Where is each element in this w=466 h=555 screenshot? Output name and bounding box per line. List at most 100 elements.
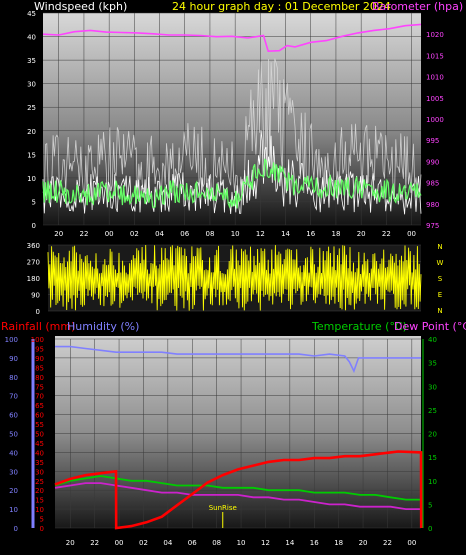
rain-x-tick: 04 — [163, 539, 172, 547]
windspeed-tick: 30 — [27, 81, 36, 89]
temperature-tick: 15 — [428, 454, 437, 462]
rainfall-tick: 50 — [35, 431, 44, 439]
wind-x-tick: 18 — [331, 230, 340, 238]
barometer-tick: 980 — [426, 201, 439, 209]
humidity-title: Humidity (%) — [67, 320, 139, 333]
rain-x-tick: 12 — [261, 539, 270, 547]
humidity-tick: 30 — [9, 468, 18, 476]
temperature-tick: 5 — [428, 501, 432, 509]
rainfall-tick: 100 — [31, 336, 44, 344]
humidity-tick: 40 — [9, 449, 18, 457]
wind-x-axis-ticks: 20 22 00 02 04 06 08 10 12 14 16 18 20 22 00 — [54, 230, 416, 238]
rainfall-tick: 15 — [35, 497, 44, 505]
windspeed-tick: 0 — [32, 222, 36, 230]
barometer-tick: 995 — [426, 137, 439, 145]
rain-x-tick: 20 — [359, 539, 368, 547]
rainfall-tick: 90 — [35, 355, 44, 363]
wind-x-tick: 10 — [231, 230, 240, 238]
barometer-tick: 1020 — [426, 31, 444, 39]
barometer-tick: 985 — [426, 180, 439, 188]
weather-graph-canvas: 051015202530354045 975980985990995100010… — [1, 0, 466, 547]
windspeed-tick: 40 — [27, 34, 36, 42]
rainfall-tick: 0 — [40, 525, 44, 533]
rain-x-tick: 22 — [383, 539, 392, 547]
direction-tick: 0 — [36, 308, 40, 316]
rainfall-tick: 25 — [35, 478, 44, 486]
wind-x-tick: 22 — [382, 230, 391, 238]
windspeed-tick: 15 — [27, 151, 36, 159]
direction-tick: 90 — [31, 292, 40, 300]
windspeed-tick: 20 — [27, 128, 36, 136]
rainfall-tick: 80 — [35, 374, 44, 382]
rainfall-tick: 75 — [35, 383, 44, 391]
barometer-tick: 1005 — [426, 95, 444, 103]
windspeed-tick: 10 — [27, 175, 36, 183]
temperature-tick: 10 — [428, 478, 437, 486]
humidity-tick: 20 — [9, 487, 18, 495]
rain-x-tick: 08 — [212, 539, 221, 547]
wind-x-tick: 20 — [357, 230, 366, 238]
temperature-tick: 40 — [428, 336, 437, 344]
compass-label: N — [437, 243, 442, 251]
barometer-tick: 1015 — [426, 52, 444, 60]
barometer-title: Barometer (hpa) — [372, 0, 463, 13]
compass-label: N — [437, 307, 442, 315]
rain-x-tick: 00 — [115, 539, 124, 547]
rain-x-tick: 00 — [407, 539, 416, 547]
wind-x-tick: 02 — [130, 230, 139, 238]
temperature-axis-ticks: 0 5 10 15 20 25 30 35 40 — [428, 336, 437, 533]
weather-graphs: 0 5 10 15 20 25 30 35 40 45 975 980 985 990 995 1000 10… — [0, 0, 466, 555]
rain-x-tick: 14 — [285, 539, 294, 547]
temperature-tick: 20 — [428, 431, 437, 439]
compass-label: W — [437, 259, 444, 267]
rainfall-tick: 65 — [35, 402, 44, 410]
direction-tick: 180 — [27, 275, 40, 283]
humidity-tick: 60 — [9, 412, 18, 420]
rainfall-tick: 55 — [35, 421, 44, 429]
wind-x-tick: 22 — [79, 230, 88, 238]
dewpoint-title: Dew Point (°C) — [394, 320, 466, 333]
rainfall-tick: 5 — [40, 516, 44, 524]
humidity-tick: 70 — [9, 393, 18, 401]
barometer-tick: 1010 — [426, 74, 444, 82]
rain-x-tick: 18 — [334, 539, 343, 547]
rainfall-tick: 10 — [35, 506, 44, 514]
wind-x-tick: 00 — [407, 230, 416, 238]
rain-x-axis-ticks: 20 22 00 02 04 06 08 10 12 14 16 18 20 22 00 — [66, 539, 417, 547]
rain-x-tick: 06 — [188, 539, 197, 547]
wind-x-tick: 04 — [155, 230, 164, 238]
wind-x-tick: 08 — [205, 230, 214, 238]
barometer-tick: 975 — [426, 222, 439, 230]
temperature-title: Temperature (°C) — [311, 320, 407, 333]
humidity-tick: 90 — [9, 355, 18, 363]
wind-x-tick: 14 — [281, 230, 290, 238]
windspeed-tick: 35 — [27, 57, 36, 65]
rainfall-title: Rainfall (mm) — [1, 320, 75, 333]
rain-x-tick: 22 — [90, 539, 99, 547]
rainfall-tick: 95 — [35, 345, 44, 353]
rainfall-tick: 70 — [35, 393, 44, 401]
temperature-tick: 30 — [428, 383, 437, 391]
sunrise-label: SunRise — [209, 504, 237, 512]
direction-tick: 360 — [27, 242, 40, 250]
wind-x-tick: 06 — [180, 230, 189, 238]
rainfall-tick: 40 — [35, 449, 44, 457]
humidity-tick: 50 — [9, 431, 18, 439]
windspeed-axis-ticks: 051015202530354045 — [27, 10, 36, 230]
rainfall-tick: 35 — [35, 459, 44, 467]
rainfall-tick: 30 — [35, 468, 44, 476]
compass-labels: NWSEN — [437, 243, 444, 315]
rainfall-tick: 60 — [35, 412, 44, 420]
wind-x-tick: 00 — [105, 230, 114, 238]
rain-x-tick: 20 — [66, 539, 75, 547]
rain-x-tick: 10 — [237, 539, 246, 547]
rain-x-tick: 16 — [310, 539, 319, 547]
rain-panel-background — [55, 336, 421, 528]
direction-tick: 270 — [27, 259, 40, 267]
rainfall-tick: 85 — [35, 364, 44, 372]
windspeed-tick: 5 — [32, 198, 36, 206]
rain-x-tick: 02 — [139, 539, 148, 547]
temperature-tick: 0 — [428, 525, 432, 533]
wind-x-tick: 16 — [306, 230, 315, 238]
wind-x-tick: 20 — [54, 230, 63, 238]
